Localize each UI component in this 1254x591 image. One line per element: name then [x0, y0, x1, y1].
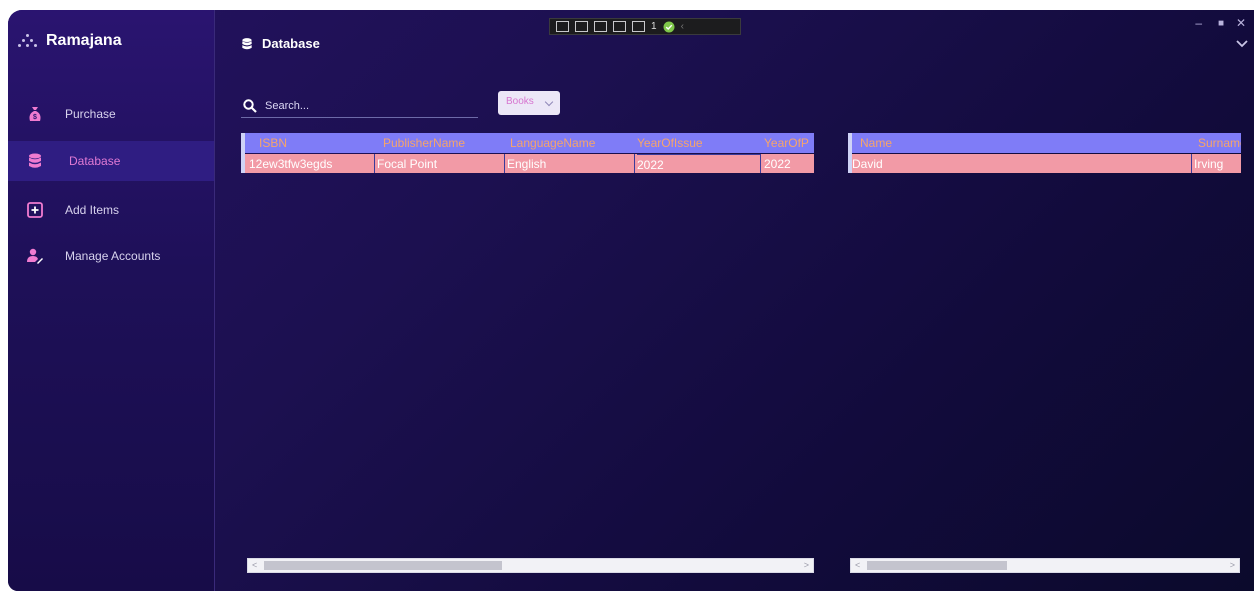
scroll-left-icon[interactable]: <: [855, 559, 860, 572]
grid-header-row: ISBN PublisherName LanguageName YearOfIs…: [241, 133, 814, 153]
maximize-icon[interactable]: ■: [1218, 18, 1224, 29]
scroll-right-icon[interactable]: >: [804, 559, 809, 572]
books-grid: ISBN PublisherName LanguageName YearOfIs…: [241, 133, 814, 173]
debug-toolbar: 1 ‹: [549, 18, 741, 35]
minimize-icon[interactable]: –: [1195, 16, 1202, 30]
adorner-icon[interactable]: [613, 21, 626, 32]
track-focus-icon[interactable]: [594, 21, 607, 32]
table-row[interactable]: David Irving: [848, 154, 1241, 173]
check-icon: [663, 21, 675, 32]
page-title-text: Database: [262, 36, 320, 51]
database-icon: [29, 153, 41, 168]
money-bag-icon: $: [29, 107, 41, 121]
column-header[interactable]: YearOfIssue: [637, 133, 747, 153]
category-select-value: Books: [506, 96, 534, 107]
close-icon[interactable]: ✕: [1236, 16, 1246, 30]
sidebar-item-label: Manage Accounts: [65, 249, 161, 263]
select-element-icon[interactable]: [556, 21, 569, 32]
grid-header-row: Name Surname: [848, 133, 1241, 153]
scroll-left-icon[interactable]: <: [252, 559, 257, 572]
chevron-down-icon[interactable]: [1236, 40, 1248, 48]
plus-square-icon: [27, 202, 43, 218]
user-edit-icon: [27, 248, 43, 264]
sidebar-item-database[interactable]: Database: [8, 141, 214, 181]
column-header[interactable]: Name: [860, 133, 980, 153]
table-row[interactable]: 12ew3tfw3egds Focal Point English 2022 2…: [241, 154, 814, 173]
column-header[interactable]: PublisherName: [383, 133, 493, 153]
sidebar-item-label: Database: [69, 154, 121, 168]
brand: Ramajana: [18, 32, 122, 50]
table-cell: Focal Point: [377, 154, 505, 173]
search-icon: [243, 99, 257, 113]
sidebar-item-manage-accounts[interactable]: Manage Accounts: [8, 236, 214, 276]
authors-grid: Name Surname David Irving: [848, 133, 1241, 173]
scrollbar-thumb[interactable]: [264, 561, 502, 570]
authors-grid-horizontal-scrollbar[interactable]: < >: [850, 558, 1240, 573]
app-window: Ramajana $ Purchase Database Add Items M…: [8, 10, 1254, 591]
scroll-right-icon[interactable]: >: [1230, 559, 1235, 572]
sidebar-item-add-items[interactable]: Add Items: [8, 190, 214, 230]
collapse-toolbar-icon[interactable]: ‹: [681, 21, 684, 32]
column-header[interactable]: YearOfP: [764, 133, 814, 153]
chevron-down-icon: [544, 97, 554, 107]
database-icon: [242, 37, 252, 49]
column-header[interactable]: Surname: [1198, 133, 1241, 153]
books-grid-horizontal-scrollbar[interactable]: < >: [247, 558, 814, 573]
grid-row-header: [241, 133, 245, 173]
app-title: Ramajana: [46, 32, 122, 49]
binding-errors-count[interactable]: 1: [651, 21, 657, 32]
app-logo-icon: [18, 34, 38, 48]
table-cell: 2022: [764, 157, 791, 171]
column-header[interactable]: LanguageName: [510, 133, 620, 153]
display-layout-icon[interactable]: [575, 21, 588, 32]
table-cell: Irving: [1194, 157, 1224, 171]
page-title: Database: [240, 36, 320, 51]
table-cell: David: [852, 154, 1192, 173]
sidebar-item-label: Purchase: [65, 107, 116, 121]
sidebar-item-purchase[interactable]: $ Purchase: [8, 94, 214, 134]
sidebar-item-label: Add Items: [65, 203, 120, 217]
search-placeholder: Search...: [265, 100, 310, 112]
table-cell: 12ew3tfw3egds: [249, 154, 375, 173]
sidebar: Ramajana $ Purchase Database Add Items M…: [8, 10, 215, 591]
table-cell: English: [507, 154, 635, 173]
search-input[interactable]: Search...: [241, 96, 478, 118]
category-select[interactable]: Books: [498, 91, 560, 115]
grid-row-header: [848, 133, 852, 173]
hot-reload-icon[interactable]: [632, 21, 645, 32]
svg-text:$: $: [33, 114, 37, 121]
scrollbar-thumb[interactable]: [867, 561, 1007, 570]
column-header[interactable]: ISBN: [259, 133, 359, 153]
table-cell: 2022: [637, 154, 761, 173]
